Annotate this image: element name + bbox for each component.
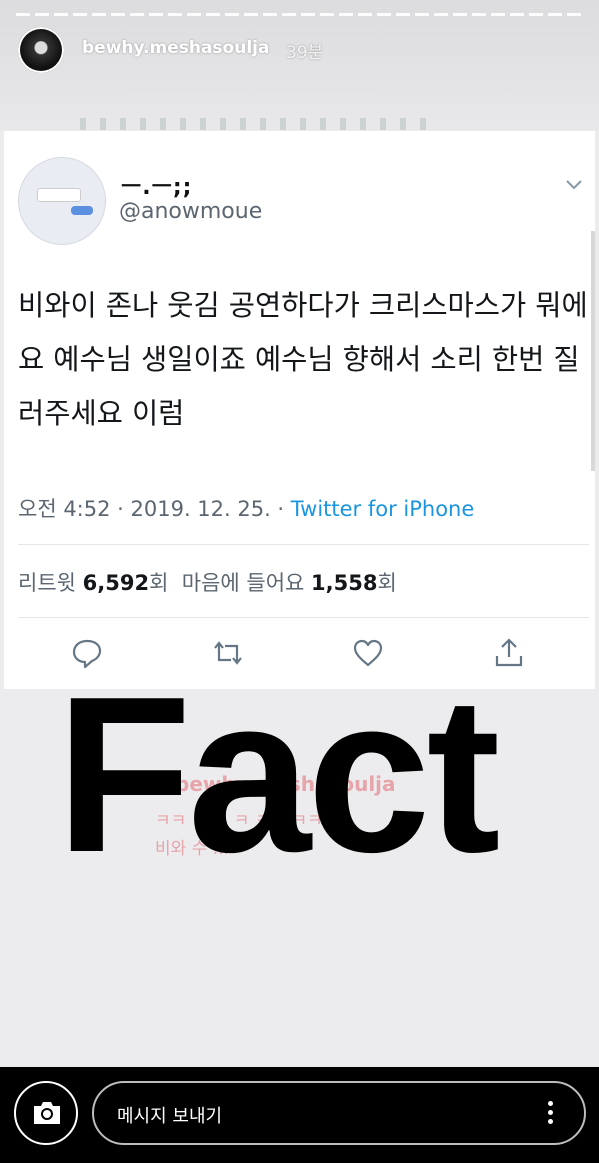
- tweet-meta: 오전 4:52 · 2019. 12. 25. · Twitter for iP…: [18, 493, 474, 523]
- tweet-display-name: ㅡ.ㅡ;;: [121, 175, 193, 200]
- story-background-top: [0, 0, 599, 130]
- like-count[interactable]: 1,558: [311, 571, 377, 595]
- tweet-card: ㅡ.ㅡ;; @anowmoue 비와이 존나 웃김 공연하다가 크리스마스가 뭐…: [4, 131, 595, 689]
- tweet-text: 비와이 존나 웃김 공연하다가 크리스마스가 뭐에요 예수님 생일이죠 예수님 …: [18, 289, 588, 430]
- retweet-count[interactable]: 6,592: [83, 571, 149, 595]
- tweet-avatar[interactable]: [18, 157, 106, 245]
- more-dots-icon[interactable]: [547, 1101, 555, 1127]
- tweet-time: 오전 4:52 · 2019. 12. 25. ·: [18, 497, 291, 521]
- camera-icon: [34, 1102, 60, 1124]
- tweet-handle: @anowmoue: [119, 199, 263, 224]
- share-icon[interactable]: [492, 636, 526, 670]
- avatar[interactable]: [18, 27, 64, 73]
- divider: [18, 617, 589, 618]
- story-time: 39분: [286, 43, 324, 63]
- fact-sticker-text: Fact: [56, 651, 500, 899]
- scrollbar: [591, 231, 595, 471]
- tweet-source[interactable]: Twitter for iPhone: [291, 497, 475, 521]
- camera-button[interactable]: [14, 1081, 78, 1145]
- tweet-stats: 리트윗 6,592회 마음에 들어요 1,558회: [18, 571, 397, 595]
- divider: [18, 544, 589, 545]
- previous-tweet-peek: [80, 118, 440, 130]
- story-progress-bar: [16, 13, 583, 16]
- chevron-down-icon[interactable]: [563, 173, 585, 195]
- story-username[interactable]: bewhy.meshasoulja: [82, 38, 269, 58]
- message-placeholder: 메시지 보내기: [117, 1106, 223, 1127]
